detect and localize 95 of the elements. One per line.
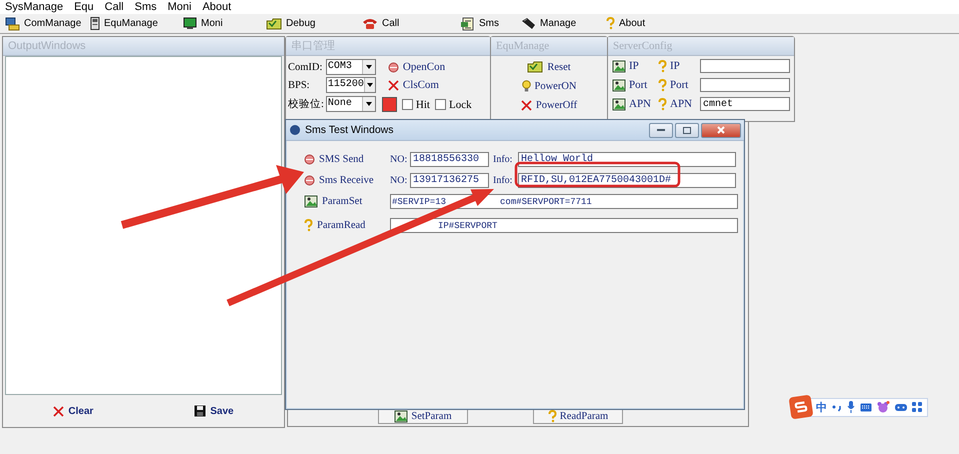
set-button[interactable]: IP — [612, 60, 658, 72]
dropdown[interactable]: 115200 — [326, 77, 376, 94]
input-field[interactable] — [700, 78, 790, 92]
phone-number-field[interactable]: 18818556330 — [410, 152, 489, 167]
menu-item[interactable]: Moni — [168, 1, 192, 13]
close-icon — [53, 406, 64, 416]
circle-icon — [304, 175, 315, 186]
monitor-icon — [183, 17, 197, 30]
input-field[interactable]: cmnet — [700, 97, 790, 111]
phone-number-field[interactable]: 13917136275 — [410, 173, 489, 188]
device-button[interactable]: Reset — [527, 60, 571, 74]
device-button[interactable]: PowerON — [522, 79, 576, 93]
gamepad-icon[interactable] — [895, 402, 907, 412]
grid-icon[interactable] — [912, 402, 922, 412]
punctuation-icon[interactable] — [832, 402, 842, 412]
help-icon — [658, 78, 667, 92]
set-button[interactable]: Port — [612, 78, 658, 92]
field-label: Info: — [493, 175, 514, 186]
field-label: NO: — [390, 154, 408, 165]
param-button[interactable]: SetParam — [378, 410, 468, 424]
param-button[interactable]: ParamSet — [304, 195, 388, 208]
param-field[interactable]: #SERVIP=13 com#SERVPORT=7711 — [390, 194, 738, 209]
sms-button[interactable]: Sms Receive — [304, 175, 388, 186]
param-button[interactable]: ParamRead — [304, 219, 388, 232]
menu-item[interactable]: SysManage — [5, 1, 64, 13]
read-button[interactable]: APN — [658, 98, 700, 110]
field-label: BPS: — [288, 80, 311, 91]
panel-title: OutputWindows — [3, 37, 284, 56]
phone-icon — [362, 17, 378, 30]
app-icon — [290, 125, 300, 135]
toolbar-button[interactable]: ComManage — [5, 16, 90, 30]
maximize-icon — [683, 126, 691, 134]
circle-icon — [388, 62, 399, 72]
field-label: NO: — [390, 175, 408, 186]
minimize-button[interactable] — [649, 122, 673, 138]
circle-icon — [304, 154, 315, 165]
help-icon — [658, 98, 667, 110]
dropdown[interactable]: None — [326, 96, 376, 112]
device-button[interactable]: PowerOff — [520, 98, 578, 112]
read-button[interactable]: Port — [658, 78, 700, 92]
close-icon — [520, 100, 532, 110]
menu-item[interactable]: About — [202, 1, 232, 13]
menu-item[interactable]: Equ — [74, 1, 94, 13]
help-icon — [658, 60, 667, 72]
minimize-icon — [657, 128, 665, 132]
dropdown[interactable]: COM3 — [326, 59, 376, 76]
panel-title: 串口管理 — [286, 37, 490, 56]
tool-icon — [520, 17, 536, 30]
image-icon — [612, 78, 626, 92]
param-button[interactable]: ReadParam — [533, 410, 623, 424]
input-field[interactable] — [700, 59, 790, 73]
help-icon — [304, 219, 313, 232]
read-button[interactable]: IP — [658, 60, 700, 72]
field-label: 校验位: — [288, 98, 324, 111]
set-button[interactable]: APN — [612, 98, 658, 110]
checkbox[interactable]: Hit — [402, 98, 430, 110]
image-icon — [304, 195, 318, 208]
disconnect-button[interactable]: ClsCom — [382, 79, 472, 91]
window-title: Sms Test Windows — [305, 124, 394, 136]
image-icon — [612, 98, 626, 110]
toolbar-button[interactable]: Debug — [266, 18, 362, 30]
toolbar-button[interactable]: Manage — [520, 17, 606, 30]
computer-icon — [5, 16, 20, 30]
action-button[interactable]: Clear — [51, 404, 96, 418]
toolbar-button[interactable]: Call — [362, 17, 460, 30]
connect-button[interactable]: OpenCon — [382, 61, 472, 73]
folder-icon — [266, 18, 282, 30]
toolbar-button[interactable]: EquManage — [90, 17, 183, 30]
folder-icon — [527, 61, 544, 73]
image-icon — [394, 410, 408, 423]
microphone-icon[interactable] — [847, 401, 855, 413]
help-icon — [548, 410, 557, 423]
maximize-button[interactable] — [675, 122, 699, 138]
sms-button[interactable]: SMS Send — [304, 154, 388, 165]
toolbar-button[interactable]: Moni — [183, 17, 266, 30]
menu-item[interactable]: Call — [104, 1, 124, 13]
checkbox[interactable]: Lock — [434, 98, 472, 110]
action-button[interactable]: Save — [192, 403, 236, 419]
document-icon — [460, 16, 475, 30]
close-button[interactable] — [701, 122, 741, 138]
help-icon — [606, 17, 615, 30]
param-field[interactable]: IP#SERVPORT — [390, 218, 738, 233]
field-label: ComID: — [288, 62, 324, 73]
mascot-icon[interactable] — [877, 401, 890, 413]
close-icon — [388, 80, 399, 90]
image-icon — [612, 60, 626, 72]
menu-item[interactable]: Sms — [134, 1, 157, 13]
device-icon — [90, 17, 100, 30]
light-bulb-icon — [522, 80, 530, 92]
toolbar-button[interactable]: Sms — [460, 16, 520, 30]
field-label: Info: — [493, 154, 514, 165]
keyboard-icon[interactable] — [860, 402, 872, 412]
close-icon — [717, 126, 725, 134]
toolbar-button[interactable]: About — [606, 17, 666, 30]
language-mode[interactable]: 中 — [816, 400, 827, 414]
